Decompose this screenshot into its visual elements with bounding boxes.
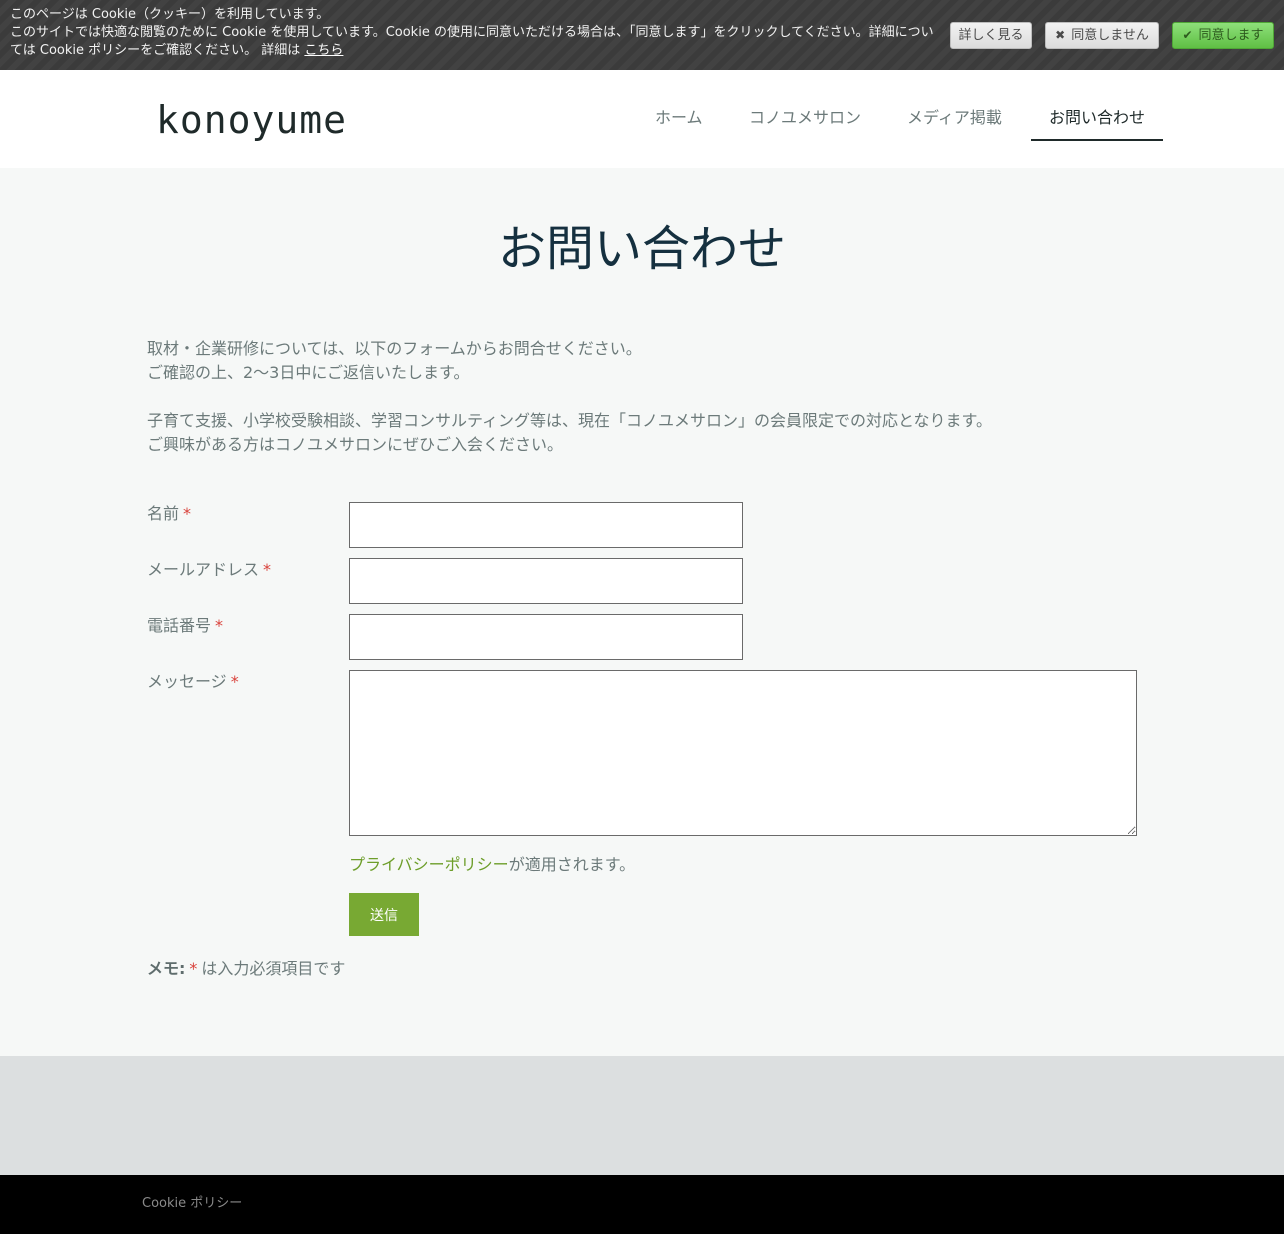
cookie-banner-heading: このページは Cookie（クッキー）を利用しています。 [10, 7, 330, 22]
cookie-accept-button-label: 同意します [1198, 28, 1264, 43]
intro-line: 子育て支援、小学校受験相談、学習コンサルティング等は、現在「コノユメサロン」の会… [147, 411, 992, 430]
intro-paragraph-1: 取材・企業研修については、以下のフォームからお問合せください。 ご確認の上、2～… [147, 337, 1137, 385]
intro-paragraph-2: 子育て支援、小学校受験相談、学習コンサルティング等は、現在「コノユメサロン」の会… [147, 409, 1137, 457]
privacy-policy-link[interactable]: プライバシーポリシー [349, 855, 509, 874]
close-icon: ✖ [1055, 28, 1066, 42]
name-field[interactable] [349, 502, 743, 548]
footer-cookie-policy-link[interactable]: Cookie ポリシー [142, 1195, 242, 1213]
cookie-details-link[interactable]: こちら [304, 43, 343, 58]
intro-line: ご確認の上、2～3日中にご返信いたします。 [147, 363, 470, 382]
nav-item-contact[interactable]: お問い合わせ [1049, 106, 1145, 130]
required-mark: * [263, 560, 272, 579]
submit-button[interactable]: 送信 [349, 893, 419, 936]
phone-label-text: 電話番号 [147, 616, 212, 635]
cookie-banner-description-end: ては Cookie ポリシーをご確認ください。 詳細は こちら [10, 42, 935, 60]
required-mark: * [189, 959, 198, 978]
site-footer: Cookie ポリシー [0, 1175, 1284, 1234]
memo-text: は入力必須項目です [201, 959, 346, 978]
privacy-notice-suffix: が適用されます。 [508, 855, 636, 874]
email-label: メールアドレス * [147, 558, 271, 582]
cookie-accept-button[interactable]: ✔ 同意します [1172, 22, 1274, 49]
nav-item-home[interactable]: ホーム [655, 106, 703, 130]
footer-widget-area [0, 1056, 1284, 1175]
memo-label: メモ: [147, 959, 186, 978]
required-memo: メモ: * は入力必須項目です [147, 957, 345, 981]
site-header: konoyume ホーム コノユメサロン メディア掲載 お問い合わせ [0, 70, 1284, 168]
cookie-reject-button[interactable]: ✖ 同意しません [1045, 22, 1159, 49]
required-mark: * [230, 672, 239, 691]
message-label: メッセージ * [147, 670, 239, 694]
required-mark: * [183, 504, 192, 523]
phone-field[interactable] [349, 614, 743, 660]
message-label-text: メッセージ [147, 672, 227, 691]
intro-line: ご興味がある方はコノユメサロンにぜひご入会ください。 [147, 435, 564, 454]
nav-item-salon[interactable]: コノユメサロン [749, 106, 861, 130]
name-label: 名前 * [147, 502, 191, 526]
cookie-more-button-label: 詳しく見る [958, 28, 1024, 43]
message-field[interactable] [349, 670, 1137, 836]
page-title: お問い合わせ [497, 221, 786, 277]
privacy-notice: プライバシーポリシーが適用されます。 [349, 853, 635, 877]
cookie-banner-description: このサイトでは快適な閲覧のために Cookie を使用しています。Cookie … [10, 25, 934, 40]
nav-item-media[interactable]: メディア掲載 [907, 106, 1002, 130]
check-icon: ✔ [1182, 28, 1193, 42]
cookie-reject-button-label: 同意しません [1071, 28, 1149, 43]
email-label-text: メールアドレス [147, 560, 260, 579]
site-logo[interactable]: konoyume [156, 98, 347, 142]
cookie-more-button[interactable]: 詳しく見る [950, 22, 1032, 49]
cookie-banner-description-prefix: ては Cookie ポリシーをご確認ください。 詳細は [10, 43, 301, 58]
name-label-text: 名前 [147, 504, 180, 523]
active-nav-indicator [1031, 139, 1163, 141]
cookie-banner: このページは Cookie（クッキー）を利用しています。 このサイトでは快適な閲… [0, 0, 1284, 70]
cookie-banner-text: このページは Cookie（クッキー）を利用しています。 このサイトでは快適な閲… [10, 6, 935, 60]
phone-label: 電話番号 * [147, 614, 223, 638]
intro-text: 取材・企業研修については、以下のフォームからお問合せください。 ご確認の上、2～… [147, 337, 1137, 457]
required-mark: * [215, 616, 224, 635]
intro-line: 取材・企業研修については、以下のフォームからお問合せください。 [147, 339, 642, 358]
email-field[interactable] [349, 558, 743, 604]
